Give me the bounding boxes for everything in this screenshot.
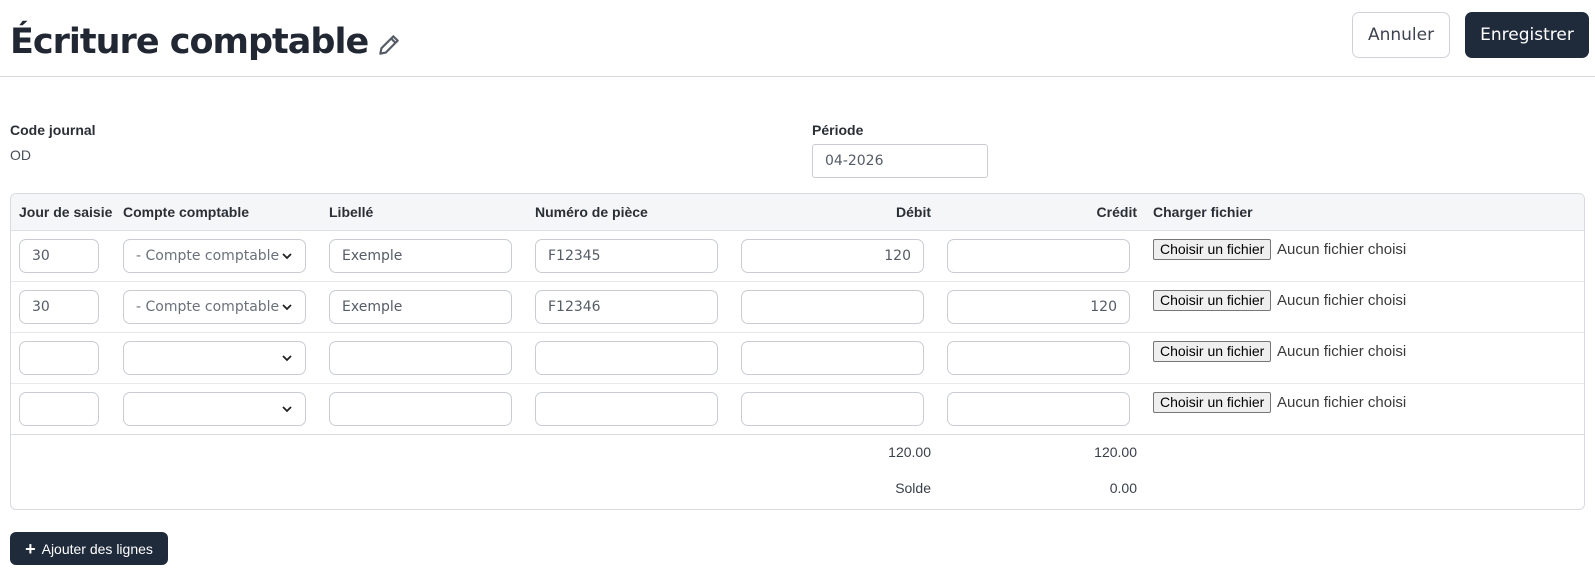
label-input[interactable] [329, 239, 512, 273]
piece-input[interactable] [535, 392, 718, 426]
save-button[interactable]: Enregistrer [1465, 12, 1589, 58]
piece-input[interactable] [535, 239, 718, 273]
table-row: - Compte comptable Choisir un fichier Au… [11, 231, 1584, 282]
title-area: Écriture comptable [10, 14, 402, 70]
label-input[interactable] [329, 392, 512, 426]
debit-input[interactable] [741, 392, 924, 426]
total-credit: 120.00 [1094, 444, 1137, 460]
pencil-icon[interactable] [376, 32, 402, 58]
credit-input[interactable] [947, 392, 1130, 426]
add-lines-label: Ajouter des lignes [41, 540, 153, 557]
entries-table: Jour de saisie Compte comptable Libellé … [10, 193, 1585, 510]
chevron-down-icon [282, 253, 292, 260]
day-input[interactable] [19, 392, 99, 426]
day-input[interactable] [19, 290, 99, 324]
piece-input[interactable] [535, 341, 718, 375]
period-label: Période [812, 122, 864, 138]
choose-file-button[interactable]: Choisir un fichier [1153, 290, 1272, 311]
choose-file-button[interactable]: Choisir un fichier [1153, 341, 1272, 362]
page-title: Écriture comptable [10, 22, 369, 62]
account-select-value: - Compte comptable [136, 248, 280, 264]
total-debit: 120.00 [888, 444, 931, 460]
credit-input[interactable] [947, 290, 1130, 324]
debit-input[interactable] [741, 239, 924, 273]
debit-input[interactable] [741, 290, 924, 324]
table-row: - Compte comptable Choisir un fichier Au… [11, 282, 1584, 333]
label-input[interactable] [329, 341, 512, 375]
table-row: Choisir un fichier Aucun fichier choisi [11, 333, 1584, 384]
col-header-debit: Débit [896, 204, 931, 220]
balance-label: Solde [895, 480, 931, 496]
chevron-down-icon [282, 406, 292, 413]
account-select[interactable]: - Compte comptable [123, 290, 306, 324]
journal-label: Code journal [10, 122, 96, 138]
piece-input[interactable] [535, 290, 718, 324]
table-row: Choisir un fichier Aucun fichier choisi [11, 384, 1584, 435]
balance-value: 0.00 [1109, 480, 1137, 496]
col-header-account: Compte comptable [123, 204, 250, 220]
label-input[interactable] [329, 290, 512, 324]
file-status: Aucun fichier choisi [1277, 343, 1407, 360]
credit-input[interactable] [947, 239, 1130, 273]
col-header-piece: Numéro de pièce [535, 204, 648, 220]
account-select[interactable] [123, 341, 306, 375]
file-status: Aucun fichier choisi [1277, 394, 1407, 411]
col-header-label: Libellé [329, 204, 374, 220]
col-header-credit: Crédit [1096, 204, 1137, 220]
file-status: Aucun fichier choisi [1277, 292, 1407, 309]
journal-value: OD [10, 147, 31, 163]
file-status: Aucun fichier choisi [1277, 241, 1407, 258]
cancel-button[interactable]: Annuler [1352, 12, 1450, 58]
plus-icon: + [25, 538, 36, 559]
choose-file-button[interactable]: Choisir un fichier [1153, 239, 1272, 260]
col-header-file: Charger fichier [1153, 204, 1253, 220]
account-select[interactable]: - Compte comptable [123, 239, 306, 273]
table-header: Jour de saisie Compte comptable Libellé … [11, 194, 1584, 231]
day-input[interactable] [19, 341, 99, 375]
credit-input[interactable] [947, 341, 1130, 375]
top-bar: Écriture comptable Annuler Enregistrer [0, 0, 1595, 77]
add-lines-button[interactable]: + Ajouter des lignes [10, 532, 168, 565]
account-select[interactable] [123, 392, 306, 426]
day-input[interactable] [19, 239, 99, 273]
debit-input[interactable] [741, 341, 924, 375]
chevron-down-icon [282, 355, 292, 362]
account-select-value: - Compte comptable [136, 299, 280, 315]
col-header-day: Jour de saisie [19, 204, 113, 220]
period-input[interactable] [812, 144, 988, 178]
choose-file-button[interactable]: Choisir un fichier [1153, 392, 1272, 413]
chevron-down-icon [282, 304, 292, 311]
